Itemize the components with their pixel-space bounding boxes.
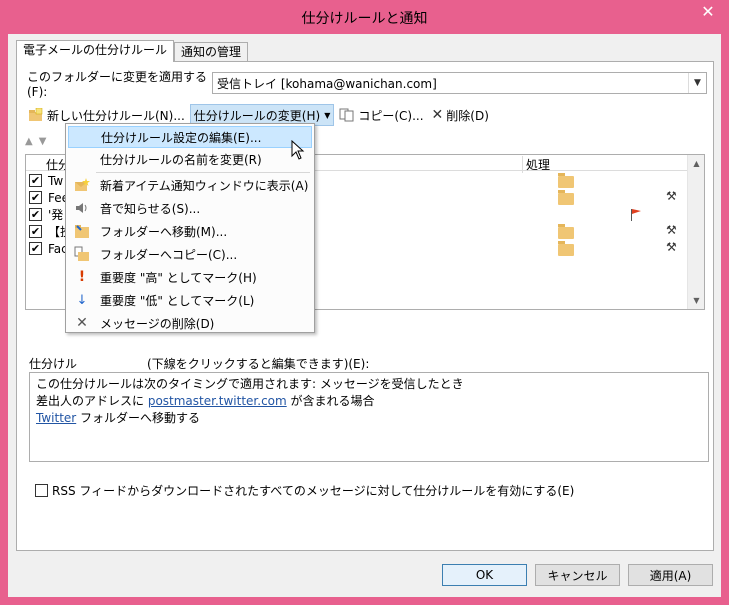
new-rule-label: 新しい仕分けルール(N)... <box>47 108 185 123</box>
rule-checkbox[interactable]: ✔ <box>29 174 42 187</box>
rule-checkbox[interactable]: ✔ <box>29 225 42 238</box>
copy-folder-icon <box>74 246 90 262</box>
description-label: 仕分けル (下線をクリックすると編集できます)(E): <box>29 355 369 372</box>
move-folder-icon <box>558 173 574 188</box>
tab-email-rules[interactable]: 電子メールの仕分けルール <box>16 40 175 62</box>
envelope-star-icon <box>74 177 90 193</box>
move-folder-icon <box>558 190 574 205</box>
title-bar: 仕分けルールと通知 ✕ <box>0 0 729 34</box>
dropdown-arrow-icon: ▼ <box>324 110 331 120</box>
rss-checkbox[interactable] <box>35 484 48 497</box>
menu-separator <box>96 172 310 173</box>
rss-label: RSS フィードからダウンロードされたすべてのメッセージに対して仕分けルールを有… <box>52 484 575 498</box>
menu-item-label: 新着アイテム通知ウィンドウに表示(A) <box>100 178 309 193</box>
scroll-down-icon[interactable]: ▼ <box>688 292 705 309</box>
description-line-2-pre: 差出人のアドレスに <box>36 394 148 408</box>
menu-item-copy-folder[interactable]: フォルダーへコピー(C)... <box>68 243 312 265</box>
move-folder-icon <box>558 224 574 239</box>
rule-checkbox[interactable]: ✔ <box>29 191 42 204</box>
exclamation-icon: ! <box>78 269 86 285</box>
tools-icon: ⚒ <box>666 240 677 254</box>
scroll-up-icon[interactable]: ▲ <box>688 155 705 172</box>
description-line-3-post: フォルダーへ移動する <box>76 411 201 425</box>
cancel-button[interactable]: キャンセル <box>535 564 620 586</box>
rss-option-row[interactable]: RSS フィードからダウンロードされたすべてのメッセージに対して仕分けルールを有… <box>35 482 574 499</box>
move-up-icon[interactable]: ▲ <box>25 136 33 147</box>
menu-item-label: 音で知らせる(S)... <box>100 201 201 216</box>
apply-button[interactable]: 適用(A) <box>628 564 713 586</box>
rule-name: Tw <box>48 173 64 188</box>
move-folder-icon <box>74 223 90 239</box>
tools-icon: ⚒ <box>666 189 677 203</box>
down-arrow-icon: ↓ <box>76 292 88 308</box>
move-down-icon[interactable]: ▼ <box>39 136 47 147</box>
rule-name: '発 <box>48 208 64 222</box>
menu-item-label: メッセージの削除(D) <box>100 316 215 331</box>
menu-item-label: 重要度 "高" としてマーク(H) <box>100 270 257 285</box>
rule-description-box: この仕分けルールは次のタイミングで適用されます: メッセージを受信したとき 差出… <box>29 372 709 462</box>
speaker-icon <box>74 200 90 216</box>
folder-label: このフォルダーに変更を適用する(F): <box>27 69 208 99</box>
copy-rule-label: コピー(C)... <box>358 108 424 123</box>
description-label-head: 仕分けル <box>29 357 78 371</box>
menu-item-label: フォルダーへ移動(M)... <box>100 224 228 239</box>
menu-item-show-alert[interactable]: 新着アイテム通知ウィンドウに表示(A) <box>68 174 312 196</box>
chevron-down-icon[interactable]: ▼ <box>688 73 706 93</box>
dialog-window: 仕分けルールと通知 ✕ 電子メールの仕分けルール 通知の管理 このフォルダーに変… <box>0 0 729 605</box>
copy-icon <box>339 108 354 122</box>
menu-item-delete-message[interactable]: ✕ メッセージの削除(D) <box>68 312 312 334</box>
folder-combo-value: 受信トレイ [kohama@wanichan.com] <box>217 76 437 91</box>
window-title: 仕分けルールと通知 <box>301 11 428 27</box>
delete-rule-button[interactable]: ✕ 削除(D) <box>429 104 492 126</box>
tab-manage-alerts[interactable]: 通知の管理 <box>174 42 249 62</box>
description-line-2-post: が含まれる場合 <box>286 394 375 408</box>
x-icon: ✕ <box>76 315 88 331</box>
menu-item-move-folder[interactable]: フォルダーへ移動(M)... <box>68 220 312 242</box>
mouse-cursor-icon <box>291 140 305 160</box>
description-line-1: この仕分けルールは次のタイミングで適用されます: メッセージを受信したとき <box>36 377 464 391</box>
description-line-2: 差出人のアドレスに postmaster.twitter.com が含まれる場合 <box>36 393 702 410</box>
menu-item-mark-low[interactable]: ↓ 重要度 "低" としてマーク(L) <box>68 289 312 311</box>
menu-item-label: 重要度 "低" としてマーク(L) <box>100 293 255 308</box>
change-rule-label: 仕分けルールの変更(H) <box>193 108 321 123</box>
new-rule-icon <box>29 108 43 121</box>
target-folder-link[interactable]: Twitter <box>36 411 76 425</box>
menu-item-label: 仕分けルール設定の編集(E)... <box>101 130 262 145</box>
folder-row: このフォルダーに変更を適用する(F): 受信トレイ [kohama@wanich… <box>27 70 707 99</box>
ok-button[interactable]: OK <box>442 564 527 586</box>
sender-address-link[interactable]: postmaster.twitter.com <box>148 394 287 408</box>
delete-x-icon: ✕ <box>431 107 444 123</box>
menu-item-play-sound[interactable]: 音で知らせる(S)... <box>68 197 312 219</box>
copy-rule-button[interactable]: コピー(C)... <box>336 104 426 126</box>
description-line-3: Twitter フォルダーへ移動する <box>36 410 702 427</box>
description-label-tail: (下線をクリックすると編集できます)(E): <box>147 357 370 371</box>
dialog-buttons: OK キャンセル 適用(A) <box>442 564 713 586</box>
menu-item-label: 仕分けルールの名前を変更(R) <box>100 152 262 167</box>
tab-strip: 電子メールの仕分けルール 通知の管理 <box>16 40 249 62</box>
menu-item-mark-high[interactable]: ! 重要度 "高" としてマーク(H) <box>68 266 312 288</box>
menu-item-rename-rule[interactable]: 仕分けルールの名前を変更(R) <box>68 148 312 170</box>
move-folder-icon <box>558 241 574 256</box>
folder-combo[interactable]: 受信トレイ [kohama@wanichan.com] ▼ <box>212 72 707 94</box>
change-rule-menu: 仕分けルール設定の編集(E)... 仕分けルールの名前を変更(R) 新着アイテム… <box>65 123 315 333</box>
close-icon[interactable]: ✕ <box>695 0 721 22</box>
reorder-arrows: ▲ ▼ <box>25 132 46 150</box>
menu-item-label: フォルダーへコピー(C)... <box>100 247 238 262</box>
flag-icon <box>631 209 641 221</box>
header-action[interactable]: 処理 <box>522 156 550 173</box>
rule-checkbox[interactable]: ✔ <box>29 208 42 221</box>
delete-rule-label: 削除(D) <box>446 108 489 123</box>
rules-list-scrollbar[interactable]: ▲ ▼ <box>687 155 704 309</box>
rule-checkbox[interactable]: ✔ <box>29 242 42 255</box>
tools-icon: ⚒ <box>666 223 677 237</box>
menu-item-edit-rule[interactable]: 仕分けルール設定の編集(E)... <box>68 126 312 148</box>
